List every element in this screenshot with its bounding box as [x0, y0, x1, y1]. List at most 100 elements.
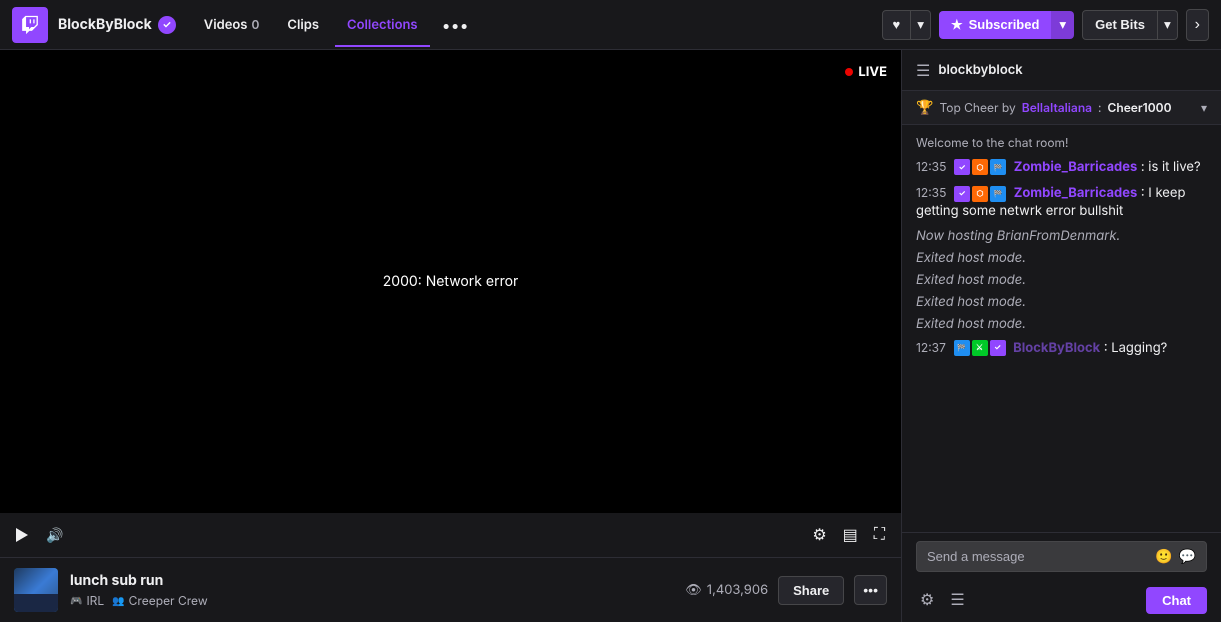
chat-username[interactable]: Zombie_Barricades [1014, 185, 1138, 201]
chat-input-wrapper: 🙂 💬 [916, 541, 1207, 572]
system-message: Exited host mode. [916, 271, 1207, 289]
send-chat-button[interactable]: Chat [1146, 587, 1207, 614]
flag-badge: 🏁 [990, 186, 1006, 202]
nav-link-collections[interactable]: Collections [335, 11, 430, 39]
tag-creeper-crew[interactable]: 👥 Creeper Crew [112, 593, 207, 608]
controls-right: ⚙ ▤ ⛶ [808, 521, 889, 549]
chat-message-content: : Lagging? [1104, 340, 1167, 356]
irl-tag-icon: 🎮 [70, 595, 82, 607]
live-label: LIVE [858, 64, 887, 80]
chat-message-content: : is it live? [1141, 159, 1201, 175]
eye-icon: 👁 [685, 582, 702, 598]
channel-nav-links: Videos0 Clips Collections ••• [192, 9, 882, 41]
twitch-logo[interactable] [12, 7, 48, 43]
gear-icon: ⚙ [812, 525, 826, 545]
chat-username[interactable]: BlockByBlock [1013, 340, 1100, 356]
chat-message-input[interactable] [927, 549, 1149, 564]
top-cheer-username[interactable]: BellaItaliana [1022, 100, 1092, 115]
trophy-icon: 🏆 [916, 99, 933, 116]
bits-badge: ⬡ [972, 159, 988, 175]
theatre-icon: ▤ [843, 525, 858, 545]
sub-badge: ✓ [954, 186, 970, 202]
subscribed-button[interactable]: ★ Subscribed [939, 11, 1051, 39]
settings-button[interactable]: ⚙ [808, 521, 830, 549]
top-cheer-bar[interactable]: 🏆 Top Cheer by BellaItaliana : Cheer1000… [902, 91, 1221, 125]
get-bits-dropdown-button[interactable]: ▾ [1158, 10, 1178, 40]
cheer-expand-icon[interactable]: ▾ [1201, 100, 1207, 115]
top-cheer-amount: Cheer1000 [1108, 100, 1172, 115]
view-count: 👁 1,403,906 [685, 582, 768, 598]
chat-channel-name: blockbyblock [938, 62, 1022, 78]
heart-icon: ♥ [893, 17, 901, 32]
chat-header: ☰ blockbyblock [902, 50, 1221, 91]
hamburger-icon[interactable]: ☰ [916, 60, 930, 80]
video-side: LIVE 2000: Network error 🔊 ⚙ ▤ ⛶ [0, 50, 901, 622]
stream-more-button[interactable]: ••• [854, 575, 887, 605]
nav-link-clips[interactable]: Clips [275, 11, 331, 39]
chat-settings-button[interactable]: ⚙ [916, 586, 938, 614]
stream-thumbnail [14, 568, 58, 612]
fullscreen-button[interactable]: ⛶ [870, 522, 889, 548]
mod-badge: ⚔ [972, 340, 988, 356]
flag-badge: 🏁 [954, 340, 970, 356]
nav-actions: ♥ ▾ ★ Subscribed ▾ Get Bits ▾ › [882, 9, 1209, 41]
verified-badge: ✓ [990, 340, 1006, 356]
system-message: Exited host mode. [916, 315, 1207, 333]
msg-timestamp: 12:35 [916, 159, 946, 174]
get-bits-button-group: Get Bits ▾ [1082, 10, 1178, 40]
share-button[interactable]: Share [778, 576, 844, 605]
play-pause-button[interactable] [12, 524, 32, 546]
msg-timestamp: 12:35 [916, 185, 946, 200]
system-message: Now hosting BrianFromDenmark. [916, 227, 1207, 245]
stream-meta: lunch sub run 🎮 IRL 👥 Creeper Crew [70, 572, 685, 608]
stream-title: lunch sub run [70, 572, 685, 589]
tag-irl[interactable]: 🎮 IRL [70, 593, 104, 608]
stream-info: lunch sub run 🎮 IRL 👥 Creeper Crew 👁 1,4… [0, 557, 901, 622]
follow-dropdown-button[interactable]: ▾ [911, 10, 931, 40]
msg-badges: ✓ ⬡ 🏁 [954, 186, 1006, 202]
theatre-mode-button[interactable]: ▤ [839, 521, 862, 549]
chat-footer: ⚙ ☰ Chat [902, 580, 1221, 622]
stream-actions: 👁 1,403,906 Share ••• [685, 575, 887, 605]
irl-tag-label: IRL [86, 593, 104, 608]
top-cheer-info: 🏆 Top Cheer by BellaItaliana : Cheer1000 [916, 99, 1171, 116]
top-cheer-colon: : [1098, 100, 1101, 115]
emoji-button[interactable]: 🙂 [1155, 548, 1172, 565]
top-cheer-label: Top Cheer by [939, 100, 1015, 115]
chat-points-icon[interactable]: 💬 [1179, 548, 1196, 565]
system-message: Exited host mode. [916, 293, 1207, 311]
video-player[interactable]: LIVE 2000: Network error [0, 50, 901, 513]
verified-badge [158, 16, 176, 34]
subscribed-dropdown-button[interactable]: ▾ [1051, 11, 1074, 39]
live-badge: LIVE [845, 64, 887, 80]
chat-footer-left: ⚙ ☰ [916, 586, 969, 614]
channel-name[interactable]: BlockByBlock [58, 16, 152, 33]
chat-message: 12:35 ✓ ⬡ 🏁 Zombie_Barricades : I keep g… [916, 182, 1207, 222]
welcome-message: Welcome to the chat room! [916, 133, 1207, 152]
nav-link-videos[interactable]: Videos0 [192, 11, 272, 39]
get-bits-button[interactable]: Get Bits [1082, 10, 1158, 40]
subscribe-button-group: ★ Subscribed ▾ [939, 11, 1074, 39]
stream-thumbnail-image [14, 568, 58, 612]
msg-badges: ✓ ⬡ 🏁 [954, 159, 1006, 175]
follow-button[interactable]: ♥ [882, 10, 912, 40]
msg-timestamp: 12:37 [916, 340, 946, 355]
sub-badge: ✓ [954, 159, 970, 175]
msg-badges: 🏁 ⚔ ✓ [954, 340, 1006, 356]
volume-button[interactable]: 🔊 [42, 523, 67, 548]
chat-input-area: 🙂 💬 [902, 532, 1221, 580]
fullscreen-icon: ⛶ [874, 526, 885, 544]
chat-header-left: ☰ blockbyblock [916, 60, 1023, 80]
video-controls: 🔊 ⚙ ▤ ⛶ [0, 513, 901, 557]
system-message: Exited host mode. [916, 249, 1207, 267]
chat-panel: ☰ blockbyblock 🏆 Top Cheer by BellaItali… [901, 50, 1221, 622]
nav-more-button[interactable]: ••• [434, 9, 477, 41]
nav-overflow-button[interactable]: › [1186, 9, 1209, 41]
stream-tags: 🎮 IRL 👥 Creeper Crew [70, 593, 685, 608]
live-dot [845, 68, 853, 76]
top-navigation: BlockByBlock Videos0 Clips Collections •… [0, 0, 1221, 50]
view-count-value: 1,403,906 [707, 582, 768, 598]
chat-list-button[interactable]: ☰ [946, 586, 968, 614]
chat-username[interactable]: Zombie_Barricades [1014, 159, 1138, 175]
chat-message: 12:37 🏁 ⚔ ✓ BlockByBlock : Lagging? [916, 337, 1207, 359]
